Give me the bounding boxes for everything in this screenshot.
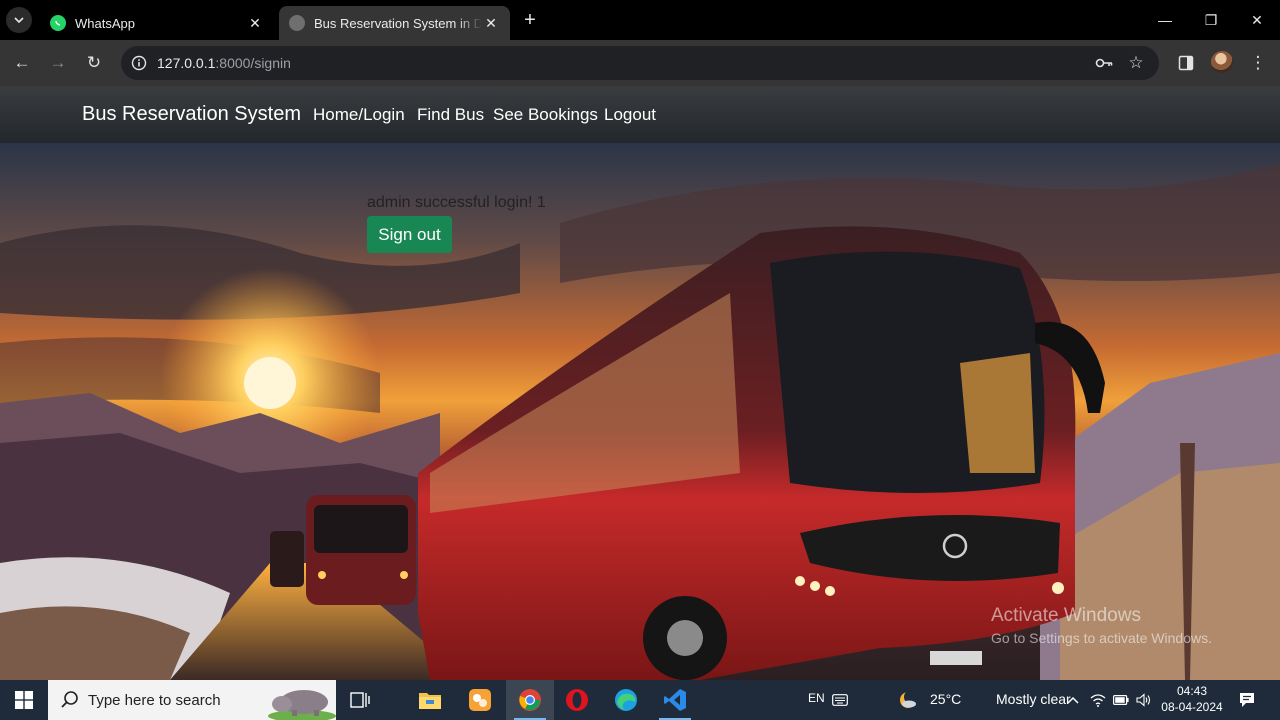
address-bar[interactable]: 127.0.0.1:8000/signin ☆ <box>121 46 1159 80</box>
search-placeholder: Type here to search <box>88 692 221 709</box>
task-view-icon[interactable] <box>336 680 384 720</box>
navbar-brand[interactable]: Bus Reservation System <box>82 103 301 126</box>
tab-close-icon[interactable]: ✕ <box>246 14 264 32</box>
chevron-down-icon <box>14 17 24 23</box>
key-icon[interactable] <box>1094 53 1114 73</box>
tab-bus-reservation[interactable]: Bus Reservation System in Django ✕ <box>279 6 510 40</box>
restore-icon[interactable]: ❐ <box>1198 8 1224 32</box>
search-icon <box>61 691 78 708</box>
side-panel-icon[interactable] <box>1173 50 1199 76</box>
kebab-menu-icon[interactable]: ⋮ <box>1245 50 1271 76</box>
notification-icon[interactable] <box>1237 690 1257 710</box>
volume-icon[interactable] <box>1134 690 1154 710</box>
minimize-icon[interactable]: — <box>1152 8 1178 32</box>
nav-link-find-bus[interactable]: Find Bus <box>417 105 484 125</box>
system-clock[interactable]: 04:43 08-04-2024 <box>1160 683 1224 715</box>
tab-whatsapp[interactable]: WhatsApp ✕ <box>40 6 274 40</box>
browser-toolbar: ← → ↻ 127.0.0.1:8000/signin ☆ ⋮ <box>0 40 1280 86</box>
wifi-icon[interactable] <box>1088 690 1108 710</box>
activate-windows-watermark: Activate Windows Go to Settings to activ… <box>991 605 1212 646</box>
tab-search-button[interactable] <box>6 7 32 33</box>
star-bookmark-icon[interactable]: ☆ <box>1126 53 1146 73</box>
language-indicator[interactable]: EN <box>808 691 825 705</box>
tab-close-icon[interactable]: ✕ <box>482 14 500 32</box>
taskbar-search-box[interactable]: Type here to search <box>48 680 336 720</box>
weather-description[interactable]: Mostly clear <box>996 691 1071 707</box>
chevron-up-icon[interactable] <box>1063 690 1083 710</box>
browser-tab-strip: WhatsApp ✕ Bus Reservation System in Dja… <box>0 0 1280 40</box>
watermark-title: Activate Windows <box>991 605 1141 626</box>
clock-date: 08-04-2024 <box>1161 700 1223 714</box>
chrome-icon[interactable] <box>506 680 554 720</box>
new-tab-plus-icon[interactable]: + <box>519 9 541 31</box>
weather-moon-icon[interactable] <box>898 690 918 710</box>
nav-link-logout[interactable]: Logout <box>604 105 656 125</box>
site-navbar: Bus Reservation System Home/Login Find B… <box>0 86 1280 143</box>
edge-icon[interactable] <box>602 680 650 720</box>
file-explorer-icon[interactable] <box>406 680 454 720</box>
windows-start-icon[interactable] <box>0 680 48 720</box>
reload-icon[interactable]: ↻ <box>81 50 107 76</box>
opera-icon[interactable] <box>553 680 601 720</box>
nav-link-home-login[interactable]: Home/Login <box>313 105 405 125</box>
vscode-icon[interactable] <box>651 680 699 720</box>
url-text: 127.0.0.1:8000/signin <box>157 55 291 71</box>
hero-background: admin successful login! 1 Sign out Activ… <box>0 143 1280 680</box>
login-success-message: admin successful login! 1 <box>367 194 546 211</box>
tab-title: Bus Reservation System in Django <box>314 15 482 31</box>
sign-out-button[interactable]: Sign out <box>367 216 452 253</box>
nav-link-see-bookings[interactable]: See Bookings <box>493 105 598 125</box>
windows-taskbar: Type here to search EN 25°C Mostly clear <box>0 680 1280 720</box>
watermark-subtitle: Go to Settings to activate Windows. <box>991 630 1212 646</box>
site-info-icon[interactable] <box>129 53 149 73</box>
back-arrow-icon[interactable]: ← <box>9 50 35 76</box>
globe-icon <box>289 15 305 31</box>
whatsapp-icon <box>50 15 66 31</box>
bus-sunset-illustration <box>0 163 1280 680</box>
clock-time: 04:43 <box>1176 684 1208 698</box>
paint-app-icon[interactable] <box>456 680 504 720</box>
tab-title: WhatsApp <box>75 15 135 31</box>
forward-arrow-icon[interactable]: → <box>45 50 71 76</box>
close-window-icon[interactable]: ✕ <box>1244 8 1270 32</box>
hippo-illustration-icon <box>268 690 336 720</box>
keyboard-icon[interactable] <box>830 690 850 710</box>
battery-icon[interactable] <box>1111 690 1131 710</box>
weather-temperature[interactable]: 25°C <box>930 691 961 707</box>
profile-avatar[interactable] <box>1211 51 1233 73</box>
